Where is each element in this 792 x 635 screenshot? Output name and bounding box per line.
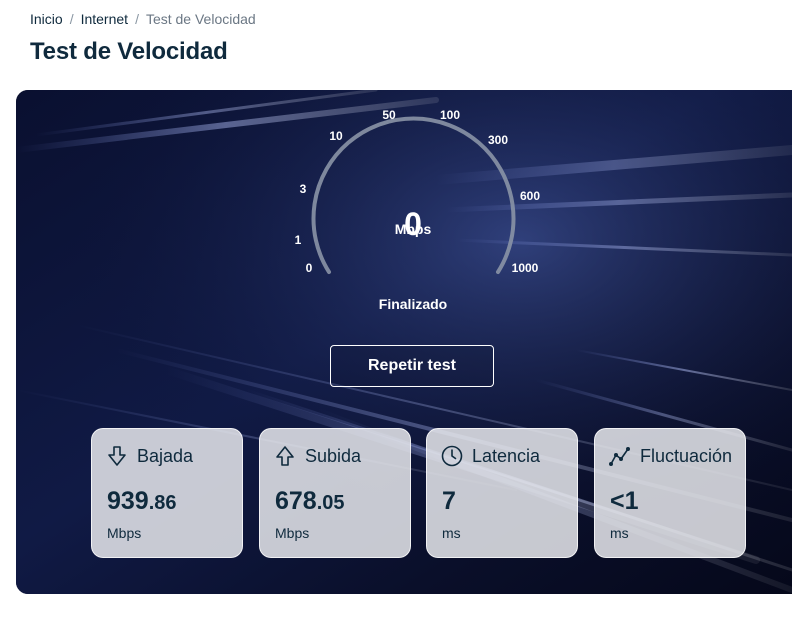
gauge-tick-label: 50 <box>382 108 396 122</box>
test-status: Finalizado <box>378 296 448 312</box>
gauge-arc <box>311 116 516 274</box>
upload-card: Subida 678.05 Mbps <box>259 428 411 558</box>
clock-icon <box>441 445 463 467</box>
latency-label: Latencia <box>472 445 541 466</box>
breadcrumb: Inicio / Internet / Test de Velocidad <box>30 11 256 27</box>
latency-card: Latencia 7 ms <box>426 428 578 558</box>
breadcrumb-current: Test de Velocidad <box>145 11 256 27</box>
download-label: Bajada <box>137 445 194 466</box>
upload-label: Subida <box>305 445 362 466</box>
upload-icon <box>276 446 294 466</box>
download-unit: Mbps <box>107 525 142 541</box>
jitter-value: <1 <box>610 487 639 515</box>
latency-value: 7 <box>442 487 456 515</box>
gauge-tick-label: 1000 <box>511 261 539 275</box>
jitter-chart-icon <box>608 446 630 466</box>
gauge-tick-label: 100 <box>439 108 461 122</box>
latency-unit: ms <box>442 525 461 541</box>
speed-test-panel: 0 1 3 10 50 100 300 600 1000 0 Mbps Fina… <box>16 90 792 594</box>
gauge-tick-label: 600 <box>519 189 541 203</box>
breadcrumb-separator: / <box>69 11 74 27</box>
download-value: 939.86 <box>107 487 177 515</box>
gauge-tick-label: 3 <box>299 182 307 196</box>
jitter-card: Fluctuación <1 ms <box>594 428 746 558</box>
breadcrumb-separator: / <box>135 11 139 27</box>
jitter-label: Fluctuación <box>640 445 733 466</box>
download-card: Bajada 939.86 Mbps <box>91 428 243 558</box>
gauge-tick-label: 0 <box>305 261 313 275</box>
upload-value: 678.05 <box>275 487 345 515</box>
gauge-tick-label: 1 <box>294 233 302 247</box>
gauge-tick-label: 10 <box>329 129 343 143</box>
current-speed-unit: Mbps <box>394 221 432 237</box>
download-icon <box>108 446 126 466</box>
upload-unit: Mbps <box>275 525 310 541</box>
page-title: Test de Velocidad <box>30 38 228 65</box>
jitter-unit: ms <box>610 525 629 541</box>
repeat-test-button[interactable]: Repetir test <box>330 345 494 387</box>
breadcrumb-internet[interactable]: Internet <box>81 11 128 27</box>
gauge-tick-label: 300 <box>487 133 509 147</box>
breadcrumb-inicio[interactable]: Inicio <box>30 11 63 27</box>
